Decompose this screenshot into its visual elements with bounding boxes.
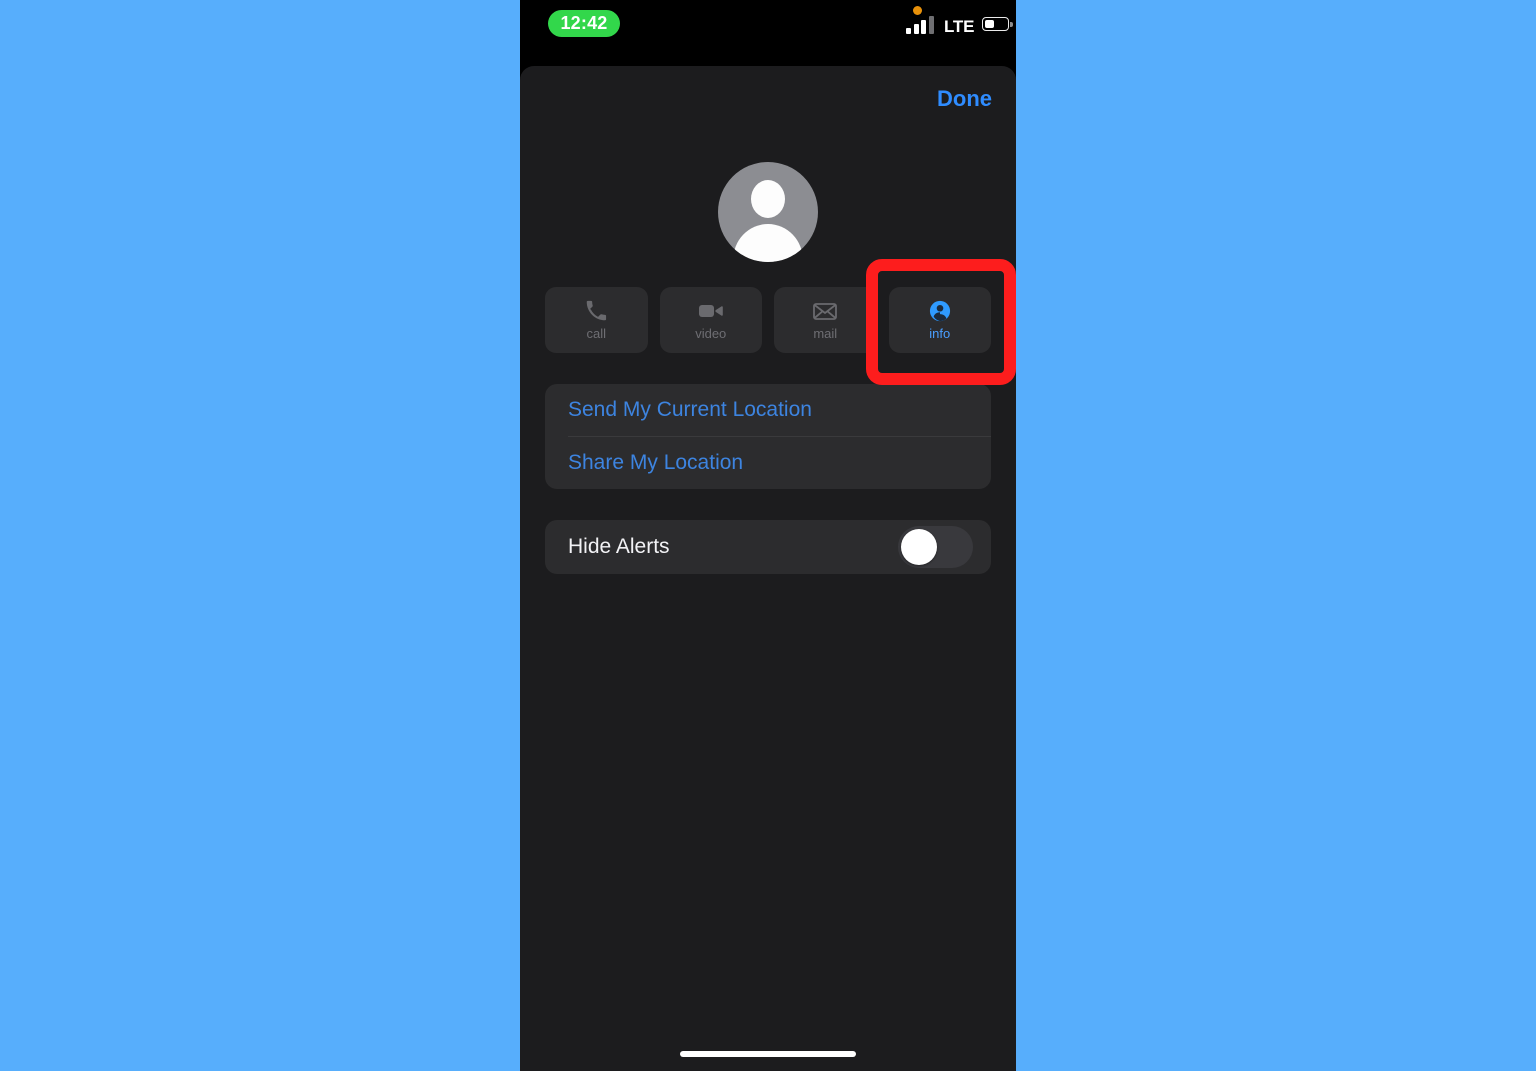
carrier-label: LTE (944, 17, 975, 36)
action-button-info[interactable]: info (888, 287, 991, 353)
action-button-mail[interactable]: mail (774, 287, 877, 353)
action-label-mail: mail (813, 326, 838, 341)
location-options-card: Send My Current Location Share My Locati… (545, 384, 991, 489)
video-camera-icon (698, 300, 724, 322)
action-label-video: video (695, 326, 727, 341)
action-button-call[interactable]: call (545, 287, 648, 353)
send-my-current-location-row[interactable]: Send My Current Location (545, 384, 991, 436)
status-time: 12:42 (548, 10, 620, 37)
home-indicator[interactable] (680, 1051, 856, 1057)
avatar-body (733, 224, 803, 262)
battery-fill (984, 19, 994, 28)
envelope-icon (812, 300, 838, 322)
action-buttons-row: call video mail info (545, 287, 991, 353)
status-bar: 12:42 LTE (520, 0, 1016, 52)
contact-info-icon (927, 300, 953, 322)
hide-alerts-card: Hide Alerts (545, 520, 991, 574)
action-label-info: info (929, 326, 951, 341)
toggle-knob (901, 529, 937, 565)
avatar-head (751, 180, 785, 218)
share-my-location-row[interactable]: Share My Location (545, 437, 991, 489)
contact-details-sheet: Done call video mail info Send My Curren… (520, 66, 1016, 1071)
action-label-call: call (586, 326, 606, 341)
phone-screen: Done call video mail info Send My Curren… (520, 0, 1016, 1071)
cellular-signal-icon (906, 16, 938, 34)
done-button[interactable]: Done (937, 86, 992, 112)
phone-icon (583, 300, 609, 322)
hide-alerts-toggle[interactable] (898, 526, 973, 568)
battery-icon (982, 17, 1013, 31)
privacy-indicator-icon (913, 6, 922, 15)
action-button-video[interactable]: video (659, 287, 762, 353)
hide-alerts-label: Hide Alerts (568, 535, 670, 558)
avatar[interactable] (718, 162, 818, 262)
